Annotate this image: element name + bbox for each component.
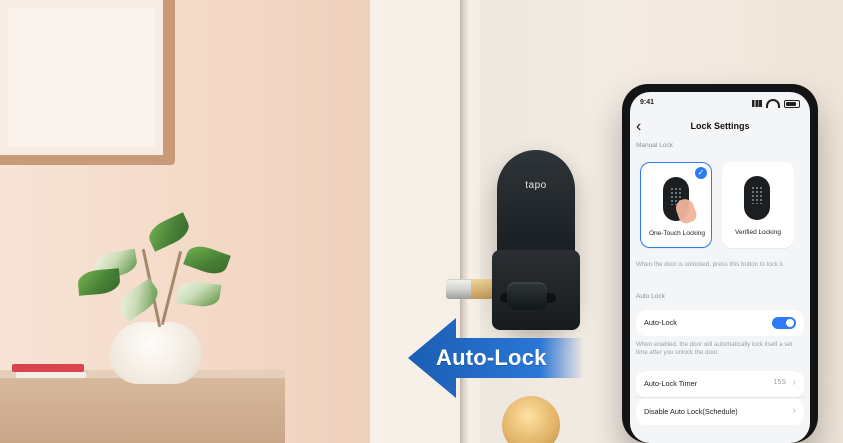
book-red [12,364,84,372]
frame-mat [8,8,155,147]
auto-help-text: When enabled, the door will automaticall… [636,341,793,356]
option-verified[interactable]: Verified Locking [722,162,794,248]
timer-value: 15S [773,379,786,386]
lock-logo: tapo [525,180,547,191]
overlay-text: Auto-Lock [436,345,547,370]
status-time: 9:41 [640,99,655,106]
shelf [0,378,285,443]
wall-frame [0,0,175,165]
disable-schedule-row[interactable]: Disable Auto Lock(Schedule) › [636,399,804,425]
auto-lock-toggle[interactable] [772,317,796,329]
book-white [16,372,86,378]
section-auto-lock: Auto Lock [636,293,665,300]
nav-bar: ‹ Lock Settings [630,114,810,142]
divider [636,397,804,398]
status-icons [752,99,800,108]
option-one-touch[interactable]: ✓ One-Touch Locking [640,162,712,248]
battery-icon [784,99,800,108]
page-title: Lock Settings [690,121,750,131]
option-label: Verified Locking [735,229,781,236]
phone-screen: 9:41 ‹ Lock Settings Manual Lock ✓ One-T… [630,92,810,443]
section-manual-lock: Manual Lock [636,142,673,149]
keypad-dots-icon [751,186,763,204]
schedule-label: Disable Auto Lock(Schedule) [644,407,738,416]
signal-icon [752,100,762,107]
auto-lock-timer-row[interactable]: Auto-Lock Timer 15S › [636,371,804,397]
manual-help-text: When the door is unlocked, press this bu… [636,261,785,268]
chevron-right-icon: › [792,405,796,416]
plant-pot [110,322,202,384]
check-icon: ✓ [695,167,707,179]
hero-image: tapo Auto-Lock 9:41 ‹ Lock Settings Manu… [0,0,843,443]
auto-lock-row[interactable]: Auto-Lock [636,310,804,336]
option-label: One-Touch Locking [648,230,705,237]
chevron-right-icon: › [792,377,796,388]
wifi-icon [766,99,780,108]
thumb-turn [507,282,547,310]
auto-lock-label: Auto-Lock [644,318,677,327]
timer-label: Auto-Lock Timer [644,379,698,388]
status-bar: 9:41 [640,99,800,111]
